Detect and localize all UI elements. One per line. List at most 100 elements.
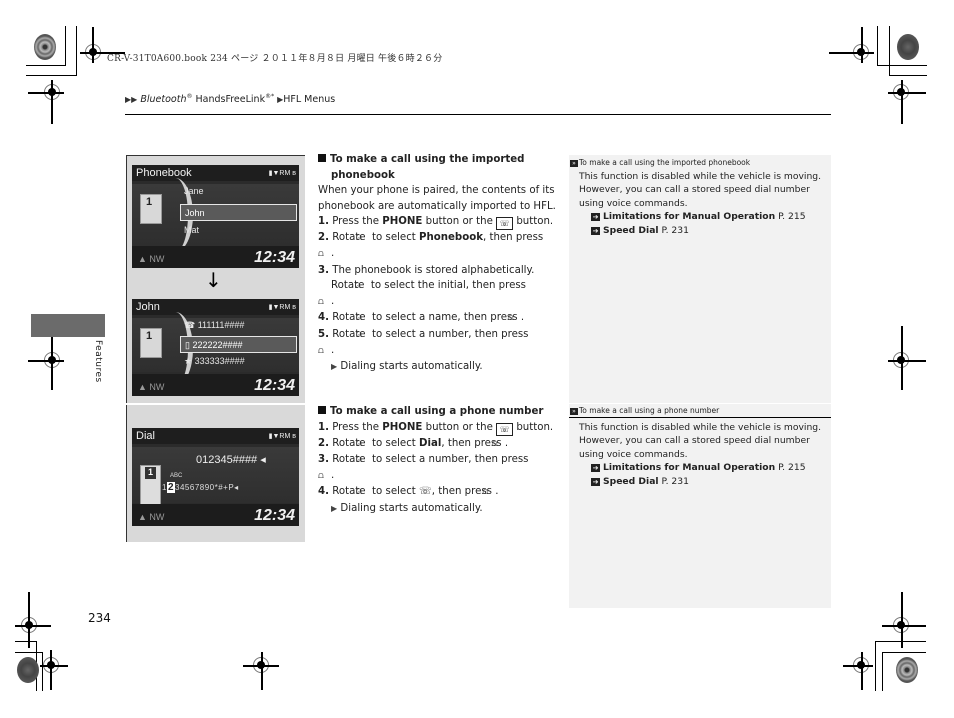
dial-number-display: 012345#### ◂ (196, 454, 266, 466)
phonebook-screen: Phonebook ▮▼RM ʙ 1 Jane John Mat ▲ NW 12… (132, 165, 299, 268)
cross-reference-link[interactable]: ➔ Limitations for Manual Operation P. 215 (579, 210, 831, 223)
color-rosette-icon (34, 34, 56, 60)
crop-line (901, 592, 903, 648)
reference-arrow-icon: ➔ (591, 226, 600, 235)
step-1: 1. Press the PHONE button or the ☏ butto… (318, 421, 554, 436)
clock: 12:34 (254, 377, 295, 394)
crop-line (40, 665, 68, 667)
breadcrumb-handsfreelink[interactable]: HandsFreeLink (192, 94, 265, 105)
crop-line (15, 625, 51, 627)
reference-arrow-icon: ➔ (591, 477, 600, 486)
color-rosette-icon (17, 657, 39, 683)
reference-arrow-icon: ➔ (591, 464, 600, 473)
section-tab-label: Features (93, 340, 103, 383)
note-phone-number: » To make a call using a phone number Thi… (569, 403, 831, 488)
crop-line (15, 652, 42, 653)
phone-button-icon: ☏ (496, 422, 514, 436)
cross-reference-link[interactable]: ➔ Speed Dial P. 231 (579, 224, 831, 237)
crop-line (28, 592, 30, 648)
crop-line (50, 650, 52, 690)
crop-line (889, 26, 890, 75)
section-tab[interactable] (31, 314, 105, 337)
contact-screen: John ▮▼RM ʙ 1 ☎ 111111#### ▯ 222222#### … (132, 299, 299, 396)
triangle-icon: ▶ (331, 362, 338, 372)
crop-line (26, 75, 77, 76)
crop-line (875, 641, 876, 691)
crop-line (888, 360, 926, 362)
crop-line (875, 641, 926, 642)
note-imported-phonebook: » To make a call using the imported phone… (569, 155, 831, 237)
crop-line (861, 27, 863, 63)
breadcrumb: ▶▶ Bluetooth® HandsFreeLink®* ▶HFL Menus (125, 93, 335, 105)
screen-footer: ▲ NW 12:34 (132, 246, 299, 268)
screen-body: 012345#### ◂ 1 ABC 1234567890*#+P◂ (132, 447, 299, 507)
step-5: 5. Rotate ⍝ to select a number, then pre… (318, 328, 529, 356)
clock: 12:34 (254, 249, 295, 266)
note-separator (569, 403, 831, 404)
section-imported-phonebook: To make a call using the imported phoneb… (318, 152, 563, 375)
clock: 12:34 (254, 507, 295, 524)
letters-label: ABC (170, 473, 183, 479)
crop-line (15, 641, 36, 642)
dial-screen: Dial ▮▼RM ʙ 012345#### ◂ 1 ABC 123456789… (132, 428, 299, 526)
section-phone-number: To make a call using a phone number 1. P… (318, 404, 563, 517)
screen-illustration-box: Phonebook ▮▼RM ʙ 1 Jane John Mat ▲ NW 12… (126, 155, 305, 403)
triangle-icon: ▶ (331, 503, 338, 513)
step-3: 3. The phonebook is stored alphabeticall… (318, 264, 535, 307)
registered-star-mark: ®* (265, 93, 275, 100)
status-icons: ▮▼RM ʙ (268, 170, 296, 177)
crop-line (829, 52, 874, 54)
crop-line (92, 27, 94, 63)
note-rule (569, 417, 831, 418)
double-triangle-icon: ▶▶ (125, 95, 138, 105)
step-2: 2. Rotate ⍝ to select Phonebook, then pr… (318, 232, 544, 259)
list-item[interactable]: Mat (184, 225, 199, 235)
breadcrumb-hfl-menus[interactable]: HFL Menus (283, 94, 335, 105)
print-metadata: CR-V-31T0A600.book 234 ページ ２０１１年８月８日 月曜日… (107, 54, 443, 64)
section-heading: To make a call using the imported phoneb… (318, 152, 563, 183)
selected-digit[interactable]: 2 (166, 482, 176, 493)
crop-line (877, 65, 927, 66)
step-4: 4. Rotate ⍝ to select ☏, then press ⩍. (318, 486, 499, 498)
side-notes-column: » To make a call using the imported phone… (569, 155, 831, 608)
crop-line (843, 665, 873, 667)
cross-reference-link[interactable]: ➔ Limitations for Manual Operation P. 215 (579, 461, 831, 474)
color-rosette-icon (896, 657, 918, 683)
screen-body: 1 Jane John Mat (132, 178, 299, 252)
screen-illustration-box: Dial ▮▼RM ʙ 012345#### ◂ 1 ABC 123456789… (126, 405, 305, 542)
phone-button-icon: ☏ (496, 217, 514, 231)
status-icons: ▮▼RM ʙ (268, 433, 296, 440)
list-item[interactable]: Jane (184, 186, 204, 196)
page-number: 234 (88, 611, 111, 625)
crop-line (901, 80, 903, 124)
compass-heading: ▲ NW (138, 382, 165, 392)
crop-line (882, 625, 926, 627)
color-rosette-icon (897, 34, 919, 60)
note-body: This function is disabled while the vehi… (569, 421, 831, 488)
cross-reference-link[interactable]: ➔ Speed Dial P. 231 (579, 475, 831, 488)
step-3: 3. Rotate ⍝ to select a number, then pre… (318, 454, 529, 481)
step-result: ▶ Dialing starts automatically. (331, 361, 483, 373)
down-arrow-icon: ↓ (205, 268, 222, 292)
list-item[interactable]: ☎ 111111#### (184, 320, 244, 331)
status-icons: ▮▼RM ʙ (268, 304, 296, 311)
crop-line (76, 26, 77, 75)
digit-selector[interactable]: 1234567890*#+P◂ (162, 482, 239, 493)
list-item-selected[interactable]: John (180, 204, 297, 221)
list-item-selected[interactable]: ▯ 222222#### (180, 336, 297, 353)
screen-title: Dial ▮▼RM ʙ (132, 428, 299, 444)
screen-footer: ▲ NW 12:34 (132, 374, 299, 396)
note-mark-icon: » (570, 160, 578, 167)
list-item[interactable]: ★ 333333#### (184, 356, 245, 367)
compass-heading: ▲ NW (138, 512, 165, 522)
crop-line (65, 26, 66, 65)
header-rule (125, 114, 831, 115)
step-4: 4. Rotate ⍝ to select a name, then press… (318, 312, 525, 324)
crop-line (28, 360, 64, 362)
call-icon: ☏ (419, 486, 432, 498)
step-result: ▶ Dialing starts automatically. (331, 502, 483, 514)
breadcrumb-bluetooth[interactable]: Bluetooth (140, 94, 186, 105)
keypad-phone-icon: 1 (140, 465, 161, 507)
screen-body: 1 ☎ 111111#### ▯ 222222#### ★ 333333#### (132, 312, 299, 386)
note-mark-icon: » (570, 408, 578, 415)
